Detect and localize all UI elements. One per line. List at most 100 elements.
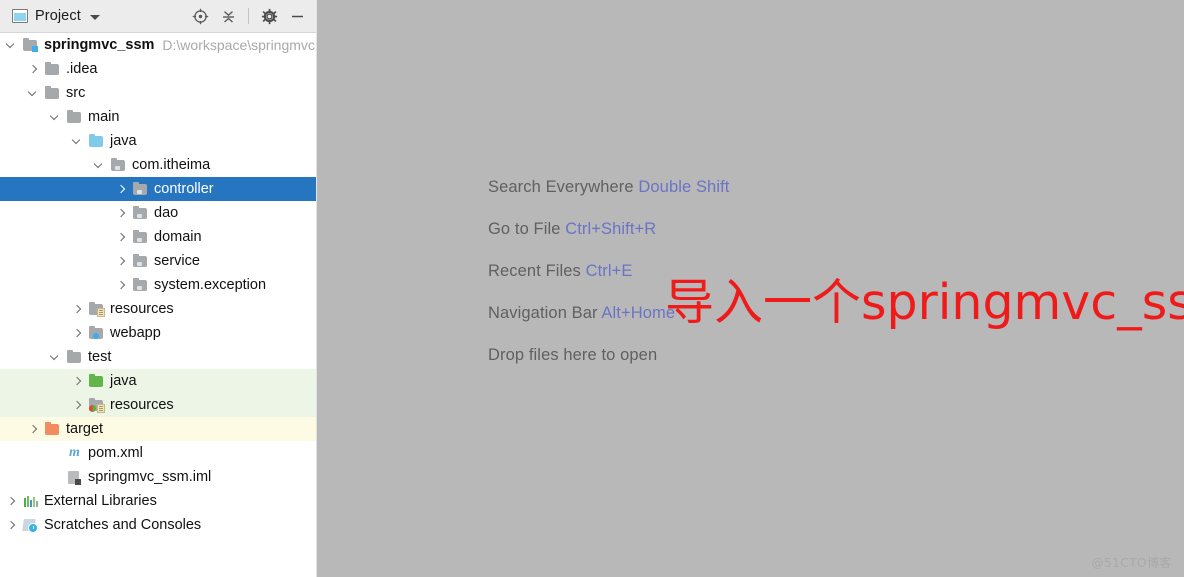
tree-row-label: target xyxy=(66,420,104,437)
chevron-down-icon[interactable] xyxy=(72,135,85,148)
tree-row-label: resources xyxy=(110,300,174,317)
hint-action: Go to File xyxy=(488,220,561,238)
chevron-down-icon[interactable] xyxy=(50,111,63,124)
minimize-icon[interactable] xyxy=(284,4,310,28)
chevron-right-icon[interactable] xyxy=(72,399,85,412)
tree-row-label: src xyxy=(66,84,86,101)
tree-row-label: service xyxy=(154,252,200,269)
collapse-all-icon[interactable] xyxy=(215,4,241,28)
hint-shortcut: Alt+Home xyxy=(601,304,676,322)
chevron-right-icon[interactable] xyxy=(116,279,129,292)
tree-row[interactable]: m pom.xml xyxy=(0,441,316,465)
locate-icon[interactable] xyxy=(187,4,213,28)
tree-row[interactable]: resources xyxy=(0,393,316,417)
tree-row[interactable]: main xyxy=(0,105,316,129)
chevron-right-icon[interactable] xyxy=(6,519,19,532)
tree-row-label: java xyxy=(110,372,137,389)
tree-row[interactable]: src xyxy=(0,81,316,105)
tree-row-label: domain xyxy=(154,228,202,245)
chevron-right-icon[interactable] xyxy=(72,303,85,316)
tree-row[interactable]: domain xyxy=(0,225,316,249)
chevron-right-icon[interactable] xyxy=(116,183,129,196)
tree-row-label: main xyxy=(88,108,120,125)
hint-shortcut: Ctrl+Shift+R xyxy=(565,220,657,238)
tree-row[interactable]: com.itheima xyxy=(0,153,316,177)
gear-icon[interactable] xyxy=(256,4,282,28)
module-folder-icon xyxy=(22,37,39,53)
chevron-right-icon[interactable] xyxy=(72,375,85,388)
hint-action: Navigation Bar xyxy=(488,304,598,322)
tree-row[interactable]: springmvc_ssm D:\workspace\springmvc xyxy=(0,33,316,57)
tab-project-label: Project xyxy=(35,8,81,24)
tree-row[interactable]: target xyxy=(0,417,316,441)
project-tree[interactable]: springmvc_ssm D:\workspace\springmvc .idea… xyxy=(0,33,316,577)
tree-row[interactable]: system.exception xyxy=(0,273,316,297)
test-source-root-folder-icon xyxy=(88,373,105,389)
test-resources-folder-icon xyxy=(88,397,105,413)
tree-row[interactable]: External Libraries xyxy=(0,489,316,513)
folder-icon xyxy=(66,349,83,365)
resources-folder-icon xyxy=(88,301,105,317)
tree-row[interactable]: controller xyxy=(0,177,316,201)
external-libraries-icon xyxy=(22,493,39,509)
tree-row-path: D:\workspace\springmvc xyxy=(162,37,315,53)
tool-window-header: Project xyxy=(0,0,316,33)
chevron-right-icon[interactable] xyxy=(116,231,129,244)
tree-row-label: pom.xml xyxy=(88,444,143,461)
tree-row[interactable]: springmvc_ssm.iml xyxy=(0,465,316,489)
tab-project[interactable]: Project xyxy=(8,5,106,27)
folder-icon xyxy=(44,61,61,77)
package-icon xyxy=(132,181,149,197)
tree-row[interactable]: service xyxy=(0,249,316,273)
editor-hint: Drop files here to open xyxy=(488,346,729,365)
watermark: @51CTO博客 xyxy=(1091,556,1172,570)
tree-row-label: system.exception xyxy=(154,276,267,293)
chevron-right-icon[interactable] xyxy=(28,423,41,436)
chevron-down-icon[interactable] xyxy=(28,87,41,100)
tree-row-label: com.itheima xyxy=(132,156,211,173)
hint-action: Drop files here to open xyxy=(488,346,658,364)
chevron-right-icon[interactable] xyxy=(116,255,129,268)
source-root-folder-icon xyxy=(88,133,105,149)
package-icon xyxy=(132,277,149,293)
excluded-folder-icon xyxy=(44,421,61,437)
package-icon xyxy=(132,229,149,245)
tree-row-label: dao xyxy=(154,204,179,221)
tree-row-label: test xyxy=(88,348,112,365)
chevron-right-icon[interactable] xyxy=(28,63,41,76)
tree-row[interactable]: .idea xyxy=(0,57,316,81)
editor-hint-list: Search Everywhere Double Shift Go to File… xyxy=(488,178,729,365)
maven-pom-icon: m xyxy=(69,445,80,460)
tree-row[interactable]: java xyxy=(0,369,316,393)
hint-action: Search Everywhere xyxy=(488,178,634,196)
tree-row-label: springmvc_ssm xyxy=(44,36,155,53)
tree-row[interactable]: test xyxy=(0,345,316,369)
tree-row-label: .idea xyxy=(66,60,98,77)
chevron-down-icon[interactable] xyxy=(94,159,107,172)
tree-row[interactable]: Scratches and Consoles xyxy=(0,513,316,537)
project-tool-window: Project springmvc_ssm D:\workspace\sprin… xyxy=(0,0,317,577)
chevron-right-icon[interactable] xyxy=(6,495,19,508)
chevron-right-icon[interactable] xyxy=(116,207,129,220)
editor-hint: Recent Files Ctrl+E xyxy=(488,262,729,281)
editor-hint: Navigation Bar Alt+Home xyxy=(488,304,729,323)
empty-editor-area: Search Everywhere Double Shift Go to File… xyxy=(317,0,1184,577)
chevron-down-icon[interactable] xyxy=(89,14,100,20)
tree-row-label: java xyxy=(110,132,137,149)
chevron-right-icon[interactable] xyxy=(72,327,85,340)
hint-action: Recent Files xyxy=(488,262,581,280)
tool-window-actions xyxy=(187,4,310,28)
tree-row[interactable]: webapp xyxy=(0,321,316,345)
tree-row-label: resources xyxy=(110,396,174,413)
webapp-folder-icon xyxy=(88,325,105,341)
tree-row[interactable]: java xyxy=(0,129,316,153)
hint-shortcut: Ctrl+E xyxy=(585,262,633,280)
tree-row[interactable]: dao xyxy=(0,201,316,225)
chevron-down-icon[interactable] xyxy=(50,351,63,364)
tree-row[interactable]: resources xyxy=(0,297,316,321)
tree-row-label: Scratches and Consoles xyxy=(44,516,202,533)
chevron-down-icon[interactable] xyxy=(6,39,19,52)
tree-row-label: webapp xyxy=(110,324,161,341)
